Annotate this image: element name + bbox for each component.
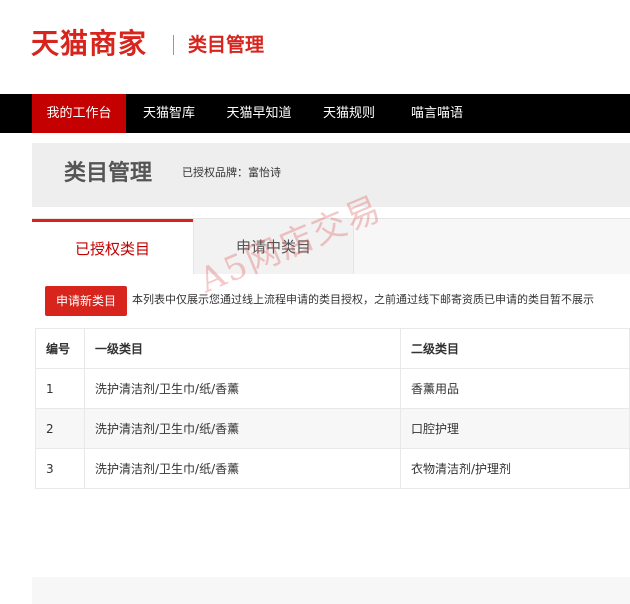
table-header-row: 编号 一级类目 二级类目 <box>35 328 630 369</box>
authorized-brand-label: 已授权品牌：富怡诗 <box>182 166 281 179</box>
header-level1-category: 一级类目 <box>84 328 401 369</box>
row-level2-category: 衣物清洁剂/护理剂 <box>400 448 630 489</box>
nav-item-meow-talk[interactable]: 喵言喵语 <box>398 94 476 133</box>
row-number: 3 <box>35 448 85 489</box>
row-level1-category: 洗护清洁剂/卫生巾/纸/香薰 <box>84 408 401 449</box>
header-number: 编号 <box>35 328 85 369</box>
nav-item-think-tank[interactable]: 天猫智库 <box>131 94 207 133</box>
main-nav: 我的工作台 天猫智库 天猫早知道 天猫规则 喵言喵语 <box>0 94 630 133</box>
tab-authorized-categories[interactable]: 已授权类目 <box>32 219 193 274</box>
row-level2-category: 香薰用品 <box>400 368 630 409</box>
tab-content: 申请新类目 本列表中仅展示您通过线上流程申请的类目授权，之前通过线下邮寄资质已申… <box>32 274 630 577</box>
row-number: 1 <box>35 368 85 409</box>
page-header: 类目管理 已授权品牌：富怡诗 <box>32 143 630 207</box>
table-row: 1 洗护清洁剂/卫生巾/纸/香薰 香薰用品 <box>35 368 630 409</box>
header-section-title: 类目管理 <box>188 34 265 56</box>
row-level2-category: 口腔护理 <box>400 408 630 449</box>
header-divider <box>173 35 174 55</box>
header: 天猫商家 类目管理 <box>0 0 630 94</box>
row-level1-category: 洗护清洁剂/卫生巾/纸/香薰 <box>84 368 401 409</box>
notice-text: 本列表中仅展示您通过线上流程申请的类目授权，之前通过线下邮寄资质已申请的类目暂不… <box>132 293 594 306</box>
nav-item-rules[interactable]: 天猫规则 <box>311 94 387 133</box>
nav-item-workbench[interactable]: 我的工作台 <box>32 94 126 133</box>
category-table: 编号 一级类目 二级类目 1 洗护清洁剂/卫生巾/纸/香薰 香薰用品 2 洗护清… <box>35 328 630 489</box>
tmall-merchant-logo[interactable]: 天猫商家 <box>31 26 147 62</box>
row-number: 2 <box>35 408 85 449</box>
table-row: 3 洗护清洁剂/卫生巾/纸/香薰 衣物清洁剂/护理剂 <box>35 448 630 489</box>
page-title: 类目管理 <box>64 161 153 186</box>
header-level2-category: 二级类目 <box>400 328 630 369</box>
tab-pending-categories[interactable]: 申请中类目 <box>193 219 354 274</box>
table-row: 2 洗护清洁剂/卫生巾/纸/香薰 口腔护理 <box>35 408 630 449</box>
nav-item-early-news[interactable]: 天猫早知道 <box>215 94 303 133</box>
category-panel: 已授权类目 申请中类目 申请新类目 本列表中仅展示您通过线上流程申请的类目授权，… <box>32 218 630 604</box>
apply-new-category-button[interactable]: 申请新类目 <box>45 286 127 316</box>
row-level1-category: 洗护清洁剂/卫生巾/纸/香薰 <box>84 448 401 489</box>
